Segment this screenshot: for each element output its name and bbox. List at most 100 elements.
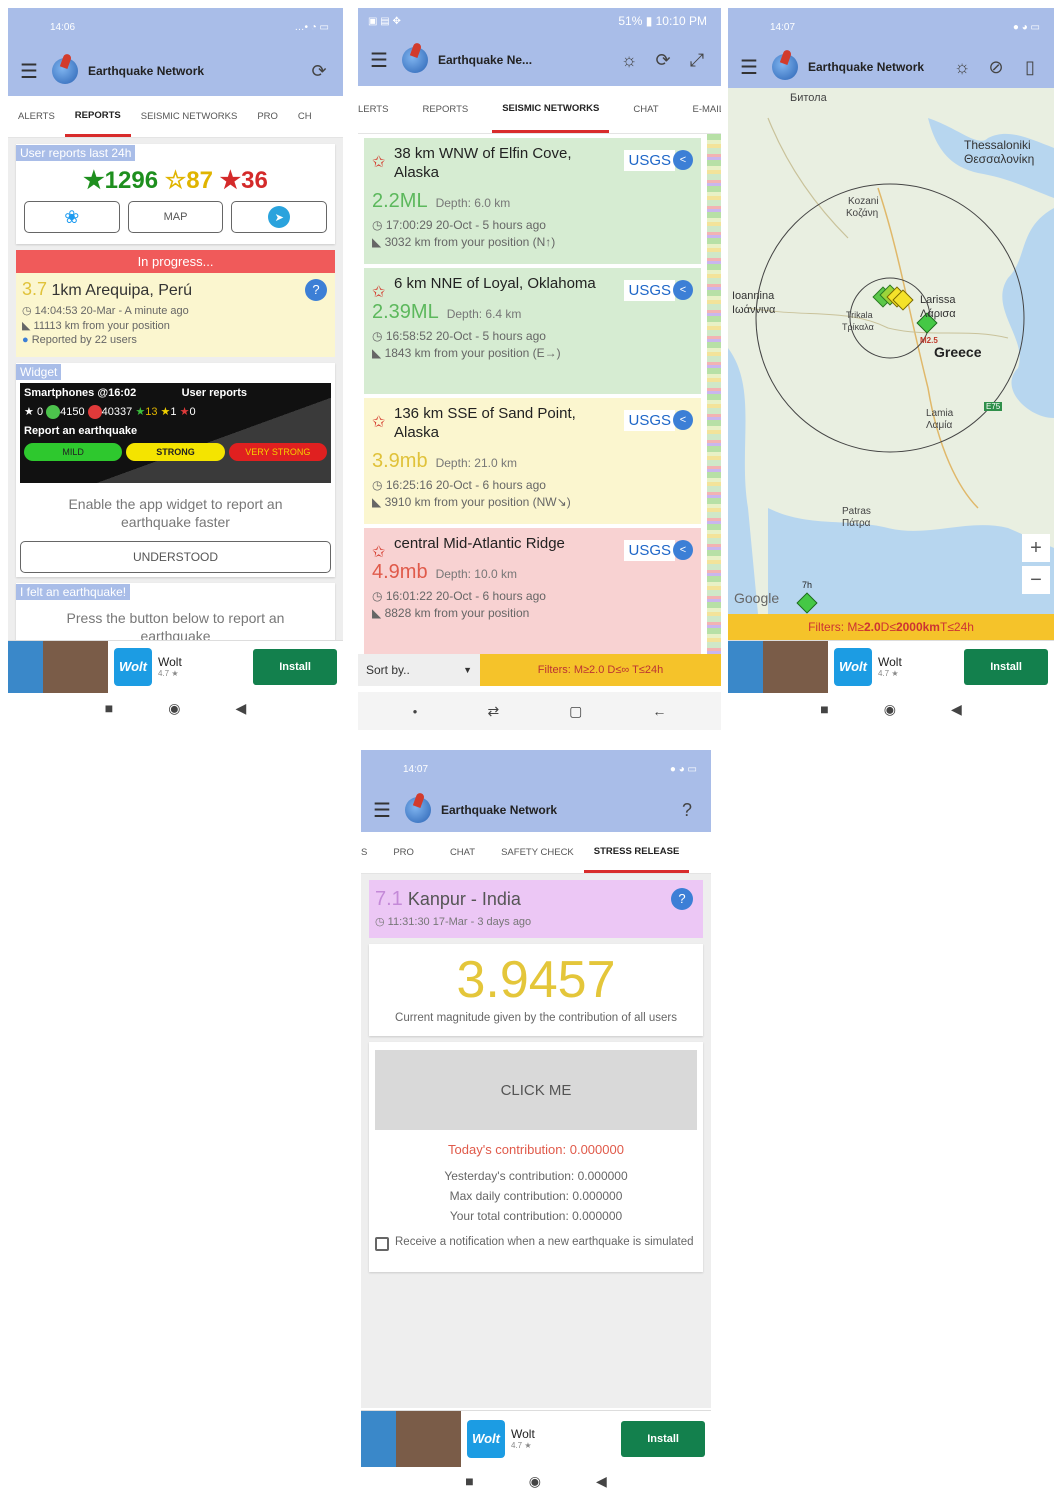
clock-icon: ◷ [22,305,32,317]
recents-icon[interactable]: ■ [820,701,828,717]
ad-title: Wolt 4.7 ★ [878,655,964,678]
home-icon[interactable]: ◉ [168,700,180,717]
widget-preview[interactable]: Smartphones @16:02 User reports ★ 0 4150… [20,383,331,483]
menu-icon[interactable]: ☰ [740,55,762,80]
filters-bar[interactable]: Filters: M≥2.0 D≤∞ T≤24h [480,654,721,686]
recents-icon[interactable]: ■ [465,1473,473,1489]
app-title: Earthquake Network [88,64,205,78]
tab-bar: ALERTS REPORTS SEISMIC NETWORKS PRO CH [8,96,343,138]
expand-icon[interactable]: ⤢ [685,50,709,71]
help-icon[interactable]: ? [671,888,693,910]
progress-reported: Reported by 22 users [31,334,137,346]
event-place: Kanpur - India [407,889,521,909]
source-label[interactable]: USGS [624,410,675,431]
recents-icon[interactable]: ⇄ [487,703,499,720]
label-thessaloniki-gr: Θεσσαλονίκη [964,152,1035,166]
seismometer-icon: ✩ [372,414,386,431]
progress-event[interactable]: 3.7 1km Arequipa, Perú ? ◷ 14:04:53 20-M… [16,273,335,357]
back-icon[interactable]: ◀ [235,700,246,717]
tab-alerts[interactable]: LERTS [358,86,398,133]
globe-icon[interactable]: ☼ [950,57,974,78]
recents-icon[interactable]: ■ [105,700,113,716]
quake-mag: 4.9mb [372,561,428,583]
quake-distance-row: ◣ 8828 km from your position [372,606,693,620]
phone-seismic-networks: ▣ ▤ ✥ 51% ▮ 10:10 PM ☰ Earthquake Ne... … [358,8,721,734]
notify-checkbox[interactable] [375,1237,389,1251]
quake-depth: Depth: 21.0 km [435,456,517,470]
tab-chat[interactable]: CH [288,96,322,137]
refresh-icon[interactable]: ⟳ [651,50,675,71]
share-icon[interactable]: < [673,410,693,430]
compass-icon[interactable]: ⊘ [984,57,1008,78]
source-label[interactable]: USGS [624,150,675,171]
map-filters-bar[interactable]: Filters: M≥ 2.0 D≤ 2000km T≤24h [728,614,1054,640]
quake-time: 16:25:16 20-Oct - 6 hours ago [385,478,546,492]
tab-reports[interactable]: REPORTS [64,96,131,137]
mild-button[interactable]: MILD [24,443,123,462]
strong-button[interactable]: STRONG [126,443,225,462]
widget-star-icon: ★ [24,406,34,418]
help-icon[interactable]: ? [675,800,699,821]
share-icon[interactable]: < [673,540,693,560]
tab-chat[interactable]: CHAT [434,832,491,873]
zoom-in-button[interactable]: + [1022,534,1050,562]
install-button[interactable]: Install [964,648,1048,685]
source-label[interactable]: USGS [624,280,675,301]
share-icon[interactable]: < [673,150,693,170]
install-button[interactable]: Install [253,648,337,685]
tab-pro[interactable]: PRO [247,96,288,137]
menu-icon[interactable]: ☰ [373,798,395,823]
click-me-button[interactable]: CLICK ME [375,1050,697,1130]
menu-icon[interactable]: ☰ [20,59,42,84]
tab-safety-check[interactable]: SAFETY CHECK [491,832,584,873]
ad-banner[interactable]: Wolt Wolt 4.7 ★ Install [8,640,343,693]
quake-card[interactable]: ✩ 6 km NNE of Loyal, Oklahoma USGS <2.39ML D… [364,268,701,394]
back-icon[interactable]: ← [652,703,666,719]
map-button[interactable]: MAP [127,201,224,233]
back-icon[interactable]: ◀ [596,1473,607,1490]
home-icon[interactable]: ◉ [529,1473,541,1490]
back-icon[interactable]: ◀ [951,701,962,718]
label-patras: Patras [842,506,871,517]
dot-icon[interactable]: ● [413,707,418,716]
install-button[interactable]: Install [621,1420,705,1457]
map-view[interactable]: Битола Thessaloniki Θεσσαλονίκη Kozani Κ… [728,88,1054,614]
tab-pro[interactable]: PRO [373,832,434,873]
source-label[interactable]: USGS [624,540,675,561]
progress-mag: 3.7 [22,279,48,299]
sort-by-select[interactable]: Sort by.. ▼ [358,654,480,686]
menu-icon[interactable]: ☰ [370,48,392,73]
quake-card[interactable]: ✩ central Mid-Atlantic Ridge USGS <4.9mb Dep… [364,528,701,654]
tab-seismic-networks[interactable]: SEISMIC NETWORKS [131,96,248,137]
telegram-button[interactable]: ➤ [231,201,328,233]
globe-icon[interactable]: ☼ [617,50,641,71]
very-strong-button[interactable]: VERY STRONG [228,443,327,462]
telegram-icon: ➤ [268,206,291,228]
tab-chat[interactable]: CHAT [609,86,682,133]
tab-stress-release[interactable]: STRESS RELEASE [583,832,690,873]
tab-seismic-networks[interactable]: SEISMIC NETWORKS [492,86,610,133]
ad-banner[interactable]: Wolt Wolt 4.7 ★ Install [728,640,1054,693]
twitter-button[interactable]: ❀ [24,201,120,233]
home-icon[interactable]: ▢ [569,703,582,720]
quake-card[interactable]: ✩ 38 km WNW of Elfin Cove, Alaska USGS <2.2… [364,138,701,264]
map-svg [728,88,1054,614]
home-icon[interactable]: ◉ [884,701,896,718]
help-icon[interactable]: ? [305,279,327,301]
ad-banner[interactable]: Wolt Wolt 4.7 ★ Install [361,1410,711,1467]
refresh-icon[interactable]: ⟳ [307,61,331,82]
share-icon[interactable]: < [673,280,693,300]
phone-icon[interactable]: ▯ [1018,57,1042,78]
zoom-out-button[interactable]: − [1022,566,1050,594]
app-logo-icon [405,797,431,823]
wolt-logo: Wolt [114,647,152,686]
event-card[interactable]: 7.1 Kanpur - India ◷ 11:31:30 17-Mar - 3… [369,880,703,938]
quake-card[interactable]: ✩ 136 km SSE of Sand Point, Alaska USGS <3.… [364,398,701,524]
tab-s[interactable]: S [361,832,373,873]
report-buttons: ❀ MAP ➤ [16,195,335,239]
tab-emails[interactable]: E-MAILS [683,86,722,133]
understood-button[interactable]: UNDERSTOOD [20,541,331,573]
tab-alerts[interactable]: ALERTS [8,96,65,137]
tab-reports[interactable]: REPORTS [398,86,492,133]
quake-distance: 3910 km from your position (NW↘) [384,495,571,509]
